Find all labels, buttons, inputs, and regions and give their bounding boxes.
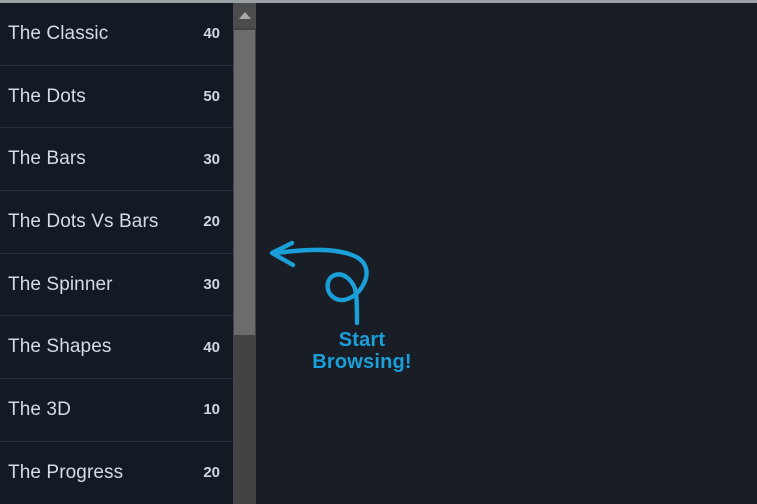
triangle-up-icon	[238, 12, 251, 19]
list-item-count: 40	[203, 338, 220, 356]
list-item-count: 30	[203, 150, 220, 168]
content-pane: Start Browsing!	[256, 3, 757, 504]
list-item[interactable]: The Dots Vs Bars 20	[0, 191, 233, 254]
list-item-count: 40	[203, 25, 220, 43]
list-item-label: The Spinner	[8, 273, 113, 295]
list-item[interactable]: The Bars 30	[0, 128, 233, 192]
list-item[interactable]: The Dots 50	[0, 65, 233, 129]
list-item-label: The Dots Vs Bars	[8, 210, 159, 232]
list-item[interactable]: The Shapes 40	[0, 316, 233, 380]
list-item[interactable]: The Spinner 30	[0, 253, 233, 317]
list-item-label: The Classic	[8, 22, 109, 44]
list-item-label: The Shapes	[8, 336, 112, 358]
curly-arrow-left-icon	[269, 240, 369, 326]
scroll-up-button[interactable]	[233, 3, 256, 28]
list-item-label: The Progress	[8, 461, 124, 483]
list-item-count: 50	[203, 88, 220, 106]
hint-text-line-1: Start	[338, 329, 386, 351]
vertical-scrollbar[interactable]	[233, 3, 256, 504]
list-item-count: 10	[203, 401, 220, 419]
start-browsing-hint: Start Browsing!	[256, 231, 456, 381]
scrollbar-track[interactable]	[233, 335, 256, 504]
hint-text: Start Browsing!	[292, 329, 432, 374]
list-item[interactable]: The 3D 10	[0, 379, 233, 442]
list-item-label: The 3D	[8, 398, 71, 420]
list-item[interactable]: The Classic 40	[0, 3, 233, 66]
list-item-count: 20	[203, 464, 220, 482]
list-item-count: 30	[203, 276, 220, 294]
list-item[interactable]: The Progress 20	[0, 441, 233, 504]
list-item-count: 20	[203, 213, 220, 231]
top-border-rule	[0, 0, 757, 3]
list-item-label: The Bars	[8, 148, 86, 170]
hint-text-line-2: Browsing!	[312, 351, 412, 374]
scrollbar-thumb[interactable]	[234, 30, 255, 335]
category-list-panel[interactable]: The Classic 40 The Dots 50 The Bars 30 T…	[0, 3, 233, 504]
list-item-label: The Dots	[8, 85, 86, 107]
